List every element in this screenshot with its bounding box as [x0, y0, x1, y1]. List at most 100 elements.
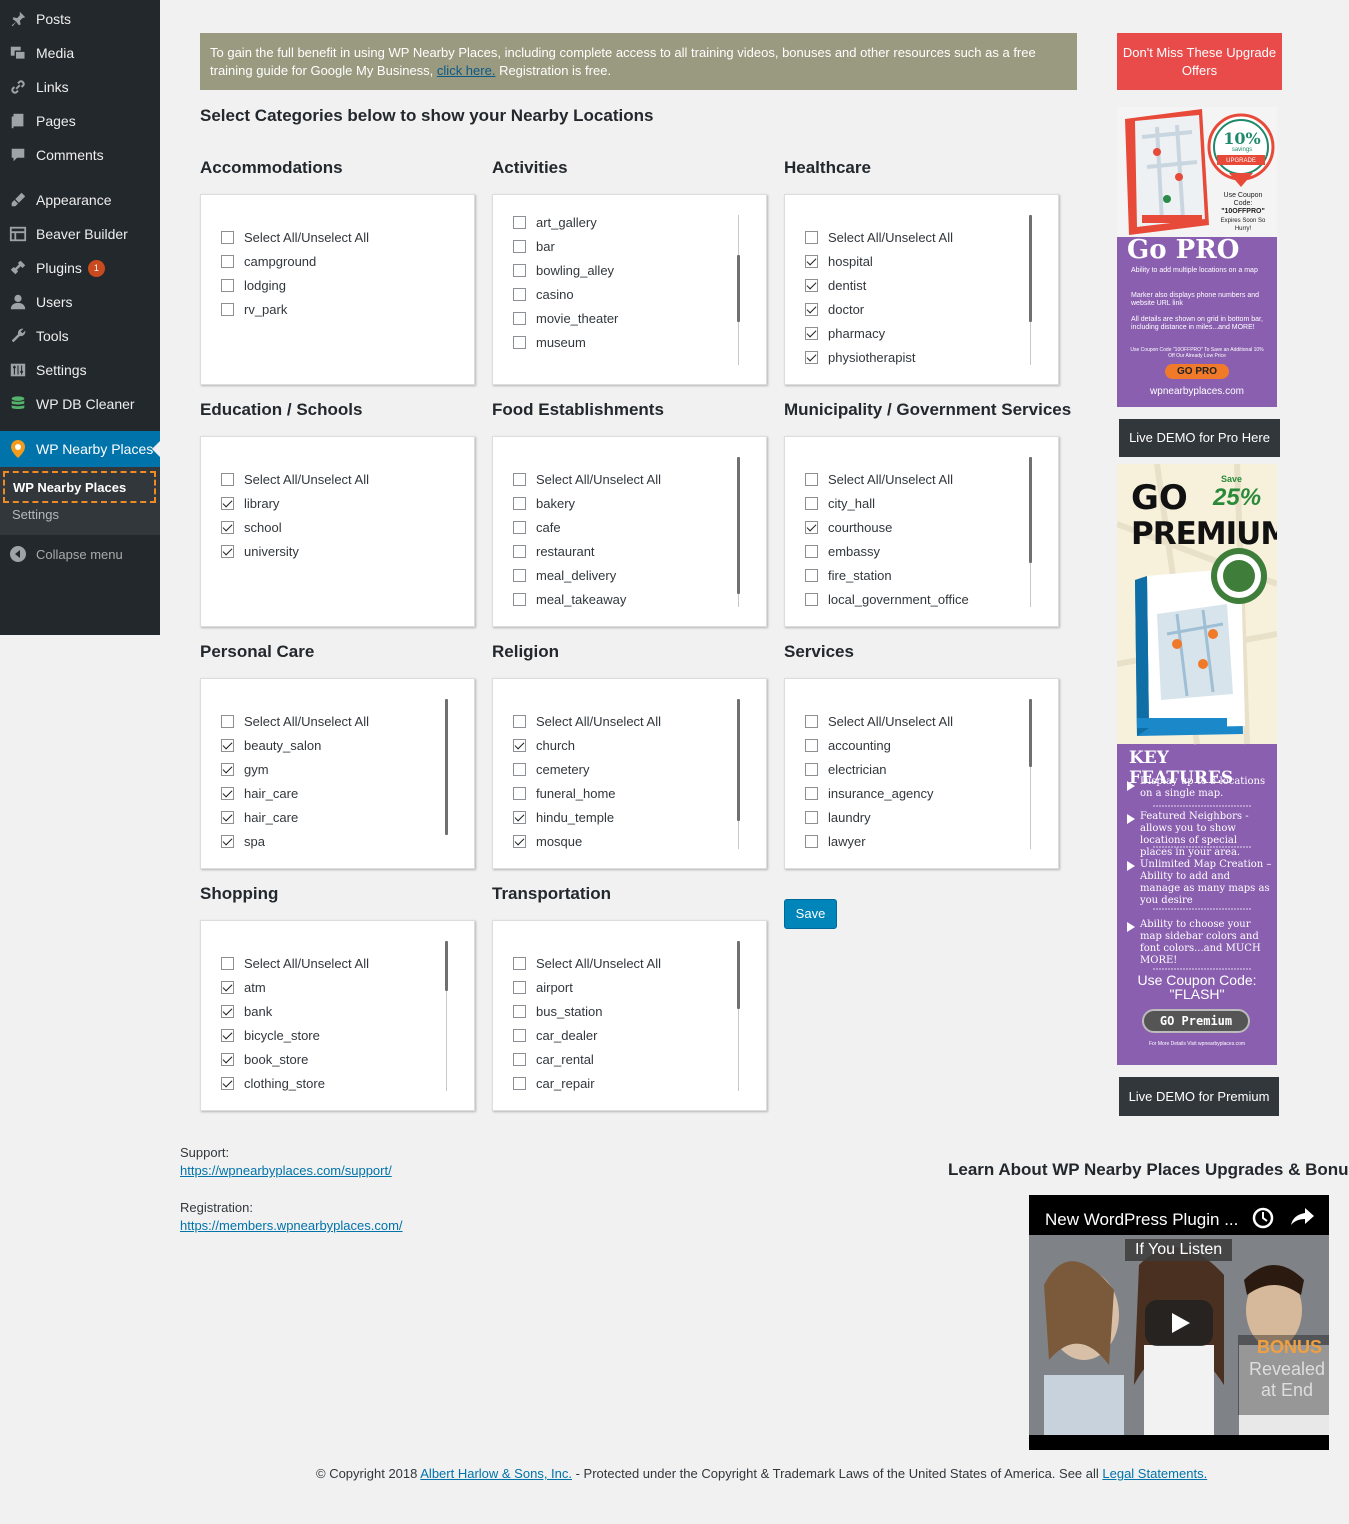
category-option[interactable]: bicycle_store: [221, 1028, 320, 1043]
category-option[interactable]: fire_station: [805, 568, 892, 583]
category-option[interactable]: bank: [221, 1004, 272, 1019]
checkbox[interactable]: [513, 715, 526, 728]
checkbox[interactable]: [513, 288, 526, 301]
checkbox[interactable]: [805, 739, 818, 752]
scrollbar-thumb[interactable]: [737, 457, 740, 594]
checkbox[interactable]: [221, 545, 234, 558]
checkbox[interactable]: [513, 1029, 526, 1042]
support-link[interactable]: https://wpnearbyplaces.com/support/: [180, 1163, 392, 1178]
category-option[interactable]: accounting: [805, 738, 891, 753]
category-option[interactable]: bus_station: [513, 1004, 603, 1019]
checkbox[interactable]: [221, 1077, 234, 1090]
category-option[interactable]: physiotherapist: [805, 350, 915, 365]
category-option[interactable]: hair_care: [221, 810, 298, 825]
category-option[interactable]: bakery: [513, 496, 575, 511]
checkbox[interactable]: [805, 787, 818, 800]
category-option[interactable]: laundry: [805, 810, 871, 825]
menu-tools[interactable]: Tools: [0, 319, 160, 353]
checkbox[interactable]: [805, 351, 818, 364]
category-option[interactable]: funeral_home: [513, 786, 616, 801]
go-pro-button[interactable]: GO PRO: [1165, 364, 1229, 379]
category-option[interactable]: electrician: [805, 762, 887, 777]
category-option[interactable]: school: [221, 520, 282, 535]
category-option[interactable]: car_repair: [513, 1076, 595, 1091]
category-option[interactable]: bowling_alley: [513, 263, 614, 278]
menu-appearance[interactable]: Appearance: [0, 183, 160, 217]
select-all-option[interactable]: Select All/Unselect All: [221, 956, 369, 971]
checkbox[interactable]: [805, 715, 818, 728]
checkbox[interactable]: [513, 1077, 526, 1090]
category-option[interactable]: beauty_salon: [221, 738, 321, 753]
checkbox[interactable]: [805, 545, 818, 558]
scrollbar-thumb[interactable]: [737, 941, 740, 1009]
menu-media[interactable]: Media: [0, 36, 160, 70]
select-all-option[interactable]: Select All/Unselect All: [221, 472, 369, 487]
category-option[interactable]: spa: [221, 834, 265, 849]
checkbox[interactable]: [513, 1053, 526, 1066]
category-option[interactable]: city_hall: [805, 496, 875, 511]
checkbox[interactable]: [805, 473, 818, 486]
go-premium-button[interactable]: GO Premium: [1142, 1009, 1250, 1033]
checkbox[interactable]: [221, 255, 234, 268]
menu-beaver-builder[interactable]: Beaver Builder: [0, 217, 160, 251]
select-all-option[interactable]: Select All/Unselect All: [805, 472, 953, 487]
checkbox[interactable]: [221, 1005, 234, 1018]
live-demo-premium-button[interactable]: Live DEMO for Premium: [1119, 1077, 1279, 1116]
select-all-option[interactable]: Select All/Unselect All: [221, 230, 369, 245]
category-option[interactable]: mosque: [513, 834, 582, 849]
category-option[interactable]: courthouse: [805, 520, 892, 535]
category-option[interactable]: airport: [513, 980, 573, 995]
checkbox[interactable]: [805, 255, 818, 268]
menu-comments[interactable]: Comments: [0, 138, 160, 172]
checkbox[interactable]: [513, 763, 526, 776]
checkbox[interactable]: [805, 303, 818, 316]
checkbox[interactable]: [513, 835, 526, 848]
checkbox[interactable]: [221, 957, 234, 970]
live-demo-pro-button[interactable]: Live DEMO for Pro Here: [1119, 419, 1280, 457]
checkbox[interactable]: [221, 981, 234, 994]
category-option[interactable]: car_rental: [513, 1052, 594, 1067]
select-all-option[interactable]: Select All/Unselect All: [805, 230, 953, 245]
upgrade-offers-banner[interactable]: Don't Miss These Upgrade Offers: [1117, 33, 1282, 90]
category-option[interactable]: hair_care: [221, 786, 298, 801]
checkbox[interactable]: [513, 473, 526, 486]
category-option[interactable]: clothing_store: [221, 1076, 325, 1091]
checkbox[interactable]: [221, 811, 234, 824]
menu-wp-nearby-places[interactable]: WP Nearby Places: [0, 431, 160, 467]
checkbox[interactable]: [513, 240, 526, 253]
category-option[interactable]: meal_takeaway: [513, 592, 626, 607]
checkbox[interactable]: [513, 336, 526, 349]
category-option[interactable]: rv_park: [221, 302, 287, 317]
checkbox[interactable]: [805, 593, 818, 606]
category-option[interactable]: lodging: [221, 278, 286, 293]
checkbox[interactable]: [513, 521, 526, 534]
checkbox[interactable]: [513, 264, 526, 277]
checkbox[interactable]: [513, 545, 526, 558]
scrollbar-thumb[interactable]: [737, 255, 740, 322]
checkbox[interactable]: [513, 957, 526, 970]
checkbox[interactable]: [221, 739, 234, 752]
submenu-settings[interactable]: Settings: [12, 507, 59, 522]
checkbox[interactable]: [513, 981, 526, 994]
save-button[interactable]: Save: [784, 899, 837, 929]
category-option[interactable]: casino: [513, 287, 574, 302]
checkbox[interactable]: [513, 497, 526, 510]
scrollbar-thumb[interactable]: [737, 699, 740, 821]
category-option[interactable]: cafe: [513, 520, 561, 535]
checkbox[interactable]: [805, 521, 818, 534]
category-option[interactable]: cemetery: [513, 762, 589, 777]
checkbox[interactable]: [805, 811, 818, 824]
click-here-link[interactable]: click here.: [437, 63, 496, 78]
checkbox[interactable]: [513, 312, 526, 325]
legal-link[interactable]: Legal Statements.: [1102, 1466, 1207, 1481]
checkbox[interactable]: [221, 231, 234, 244]
category-option[interactable]: doctor: [805, 302, 864, 317]
scrollbar-thumb[interactable]: [1029, 699, 1032, 767]
checkbox[interactable]: [221, 1053, 234, 1066]
category-option[interactable]: embassy: [805, 544, 880, 559]
checkbox[interactable]: [221, 279, 234, 292]
menu-wp-db-cleaner[interactable]: WP DB Cleaner: [0, 387, 160, 421]
checkbox[interactable]: [221, 303, 234, 316]
checkbox[interactable]: [513, 811, 526, 824]
go-pro-ad[interactable]: 10% savings UPGRADE Use Coupon Code: "10…: [1117, 107, 1277, 407]
